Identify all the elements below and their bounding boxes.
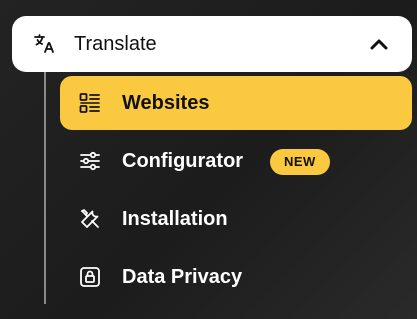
translate-icon (32, 31, 58, 57)
sidebar-nav: Translate Websites Configurator NEW Inst… (0, 0, 417, 319)
list-icon (78, 91, 102, 115)
new-badge: NEW (270, 149, 330, 175)
nav-item-configurator[interactable]: Configurator NEW (60, 134, 412, 188)
lock-icon (78, 265, 102, 289)
nav-item-label: Installation (122, 208, 228, 230)
sliders-icon (78, 149, 102, 173)
nav-item-label: Data Privacy (122, 266, 243, 288)
chevron-up-icon[interactable] (368, 34, 390, 54)
nav-item-label: Websites (122, 92, 210, 114)
translate-group-header[interactable]: Translate (12, 16, 412, 72)
nav-item-websites[interactable]: Websites (60, 76, 412, 130)
translate-group-label: Translate (74, 33, 157, 55)
nav-item-installation[interactable]: Installation (60, 192, 412, 246)
tools-icon (78, 207, 102, 231)
tree-connector-line (44, 72, 46, 304)
nav-item-label: Configurator (122, 150, 244, 172)
nav-item-data-privacy[interactable]: Data Privacy (60, 250, 412, 304)
